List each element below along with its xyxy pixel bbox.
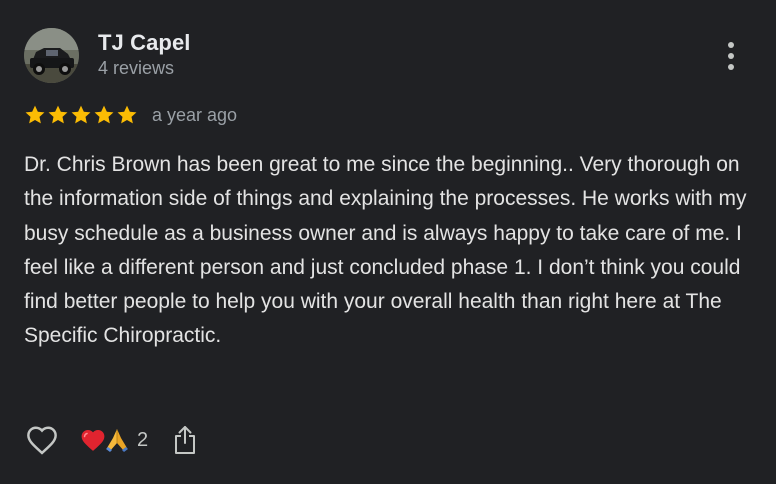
share-icon xyxy=(175,426,196,454)
reactions-button[interactable]: 2 xyxy=(80,426,148,454)
star-icon xyxy=(94,105,114,124)
author-avatar[interactable] xyxy=(24,28,79,83)
more-vertical-icon-dot xyxy=(728,64,734,70)
reaction-count: 2 xyxy=(137,428,149,451)
star-icon xyxy=(117,105,137,124)
star-icon xyxy=(71,105,91,124)
author-review-count: 4 reviews xyxy=(98,58,175,78)
star-icon xyxy=(25,105,45,124)
share-button[interactable] xyxy=(170,422,200,458)
more-vertical-icon-dot xyxy=(728,53,734,59)
action-bar: 2 xyxy=(24,422,200,458)
review-card: TJ Capel 4 reviews a year ago Dr. Chris … xyxy=(0,0,776,484)
review-time: a year ago xyxy=(152,104,238,125)
author-name[interactable]: TJ Capel xyxy=(98,30,191,56)
like-button[interactable] xyxy=(24,422,60,458)
review-text: Dr. Chris Brown has been great to me sin… xyxy=(24,153,747,348)
star-rating xyxy=(24,104,138,126)
folded-hands-icon xyxy=(106,429,128,452)
more-options-button[interactable] xyxy=(716,38,746,74)
star-icon xyxy=(48,105,68,124)
more-vertical-icon xyxy=(728,42,734,48)
heart-outline-icon xyxy=(27,426,57,455)
rating-row: a year ago xyxy=(24,102,237,128)
truck-photo-avatar xyxy=(24,28,79,83)
